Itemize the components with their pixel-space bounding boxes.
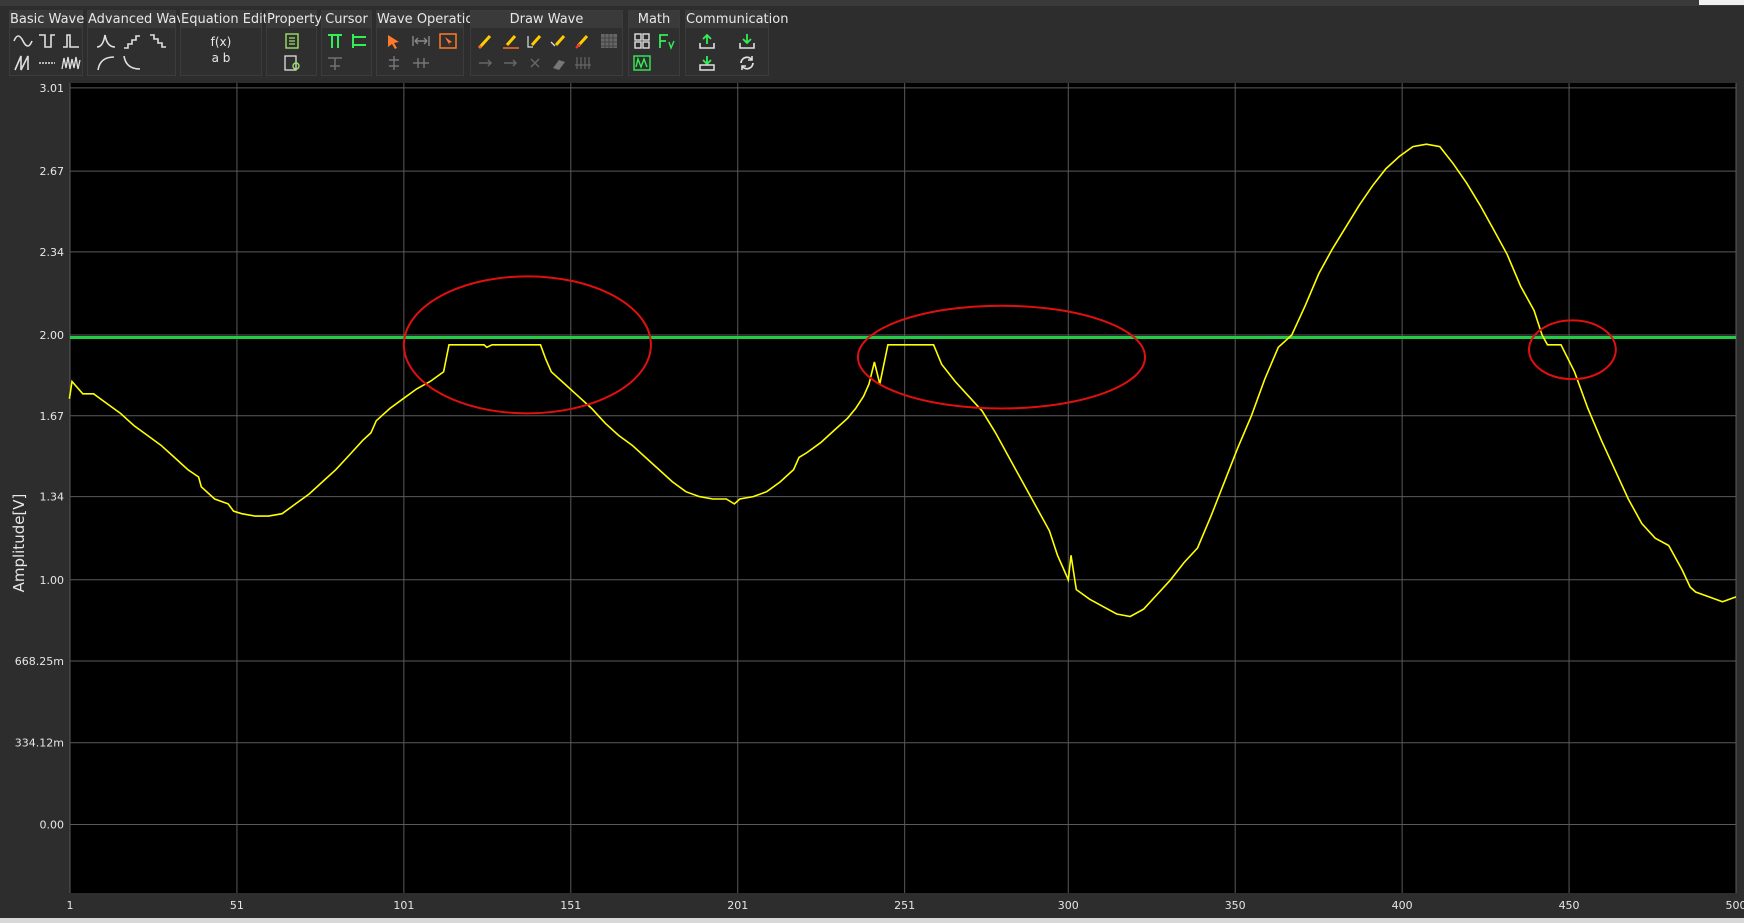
x-tick-label: 500 (1726, 899, 1744, 912)
vertical-cursor-icon[interactable] (324, 31, 346, 51)
group-cursor: Cursor (321, 10, 372, 76)
x-tick-label: 450 (1559, 899, 1580, 912)
horizontal-cursor-icon[interactable] (348, 31, 370, 51)
step-up-wave-icon[interactable] (121, 31, 143, 51)
group-advanced-wave: Advanced Wave (87, 10, 193, 76)
group-title-property: Property (267, 11, 323, 28)
group-title-communication: Communication (686, 11, 789, 28)
draw-disabled-1-icon[interactable] (475, 53, 497, 73)
x-tick-label: 101 (393, 899, 414, 912)
group-title-advanced-wave: Advanced Wave (88, 11, 193, 28)
group-basic-wave: Basic Wave (9, 10, 85, 76)
cursor-disabled-icon[interactable] (324, 53, 346, 73)
x-tick-label: 251 (894, 899, 915, 912)
draw-red-pencil-icon[interactable] (572, 31, 594, 51)
group-wave-operation: Wave Operation (376, 10, 482, 76)
exp-fall-wave-icon[interactable] (121, 53, 143, 73)
group-math: Math (628, 10, 680, 76)
group-draw-wave: Draw Wave (470, 10, 623, 76)
delete-x-icon[interactable] (524, 53, 546, 73)
equation-ab-label[interactable]: a b (181, 51, 261, 65)
group-equation-editor: Equation Editor f(x) a b (180, 10, 282, 76)
group-property: Property (266, 10, 323, 76)
y-tick-label: 2.00 (40, 329, 65, 342)
group-communication: Communication (685, 10, 789, 76)
sawtooth-wave-icon[interactable] (12, 53, 34, 73)
x-tick-label: 300 (1058, 899, 1079, 912)
group-title-wave-operation: Wave Operation (377, 11, 482, 28)
download-icon[interactable] (736, 31, 758, 51)
step-down-wave-icon[interactable] (147, 31, 169, 51)
region-select-icon[interactable] (437, 31, 459, 51)
y-tick-label: 668.25m (15, 655, 64, 668)
draw-pencil-icon[interactable] (475, 31, 497, 51)
stretch-icon[interactable] (410, 31, 432, 51)
plot-background (70, 83, 1736, 893)
draw-line-icon[interactable] (500, 31, 522, 51)
noise-wave-icon[interactable] (60, 53, 82, 73)
y-tick-label: 0.00 (40, 818, 65, 831)
x-tick-label: 1 (67, 899, 74, 912)
y-tick-label: 1.00 (40, 574, 65, 587)
group-title-draw-wave: Draw Wave (471, 11, 622, 28)
y-axis-label: Amplitude[V] (10, 493, 28, 593)
waveform-plot-area[interactable]: 3.01 2.67 2.34 2.00 1.67 1.34 1.00 668.25m 334.1… (0, 78, 1744, 923)
y-tick-label: 334.12m (15, 737, 64, 750)
pulse-wave-icon[interactable] (60, 31, 82, 51)
x-tick-label: 151 (560, 899, 581, 912)
gaussian-wave-icon[interactable] (95, 31, 117, 51)
square-wave-icon[interactable] (36, 31, 58, 51)
group-title-basic-wave: Basic Wave (10, 11, 85, 28)
y-tick-label: 2.34 (40, 246, 65, 259)
vertical-shift-icon[interactable] (383, 53, 405, 73)
equation-fx-button[interactable]: f(x) (181, 35, 261, 49)
math-grid-icon[interactable] (631, 31, 653, 51)
comb-icon[interactable] (572, 53, 594, 73)
select-arrow-icon[interactable] (383, 31, 405, 51)
x-tick-label: 400 (1392, 899, 1413, 912)
property-list-icon[interactable] (281, 31, 303, 51)
waveform-chart[interactable]: 3.01 2.67 2.34 2.00 1.67 1.34 1.00 668.25m 334.1… (0, 78, 1744, 918)
sync-icon[interactable] (736, 53, 758, 73)
group-title-math: Math (629, 11, 679, 28)
math-wave-icon[interactable] (631, 53, 653, 73)
upload-icon[interactable] (696, 31, 718, 51)
draw-disabled-2-icon[interactable] (500, 53, 522, 73)
eraser-icon[interactable] (548, 53, 570, 73)
group-title-equation-editor: Equation Editor (181, 11, 282, 28)
draw-step-icon[interactable] (524, 31, 546, 51)
dc-wave-icon[interactable] (36, 53, 58, 73)
draw-check-icon[interactable] (548, 31, 570, 51)
group-title-cursor: Cursor (322, 11, 371, 28)
x-tick-label: 51 (230, 899, 244, 912)
status-strip (0, 918, 1744, 923)
y-tick-label: 3.01 (40, 82, 65, 95)
import-icon[interactable] (696, 53, 718, 73)
property-search-icon[interactable] (281, 53, 303, 73)
sine-wave-icon[interactable] (12, 31, 34, 51)
exp-rise-wave-icon[interactable] (95, 53, 117, 73)
math-fn-icon[interactable] (656, 31, 678, 51)
x-tick-label: 350 (1225, 899, 1246, 912)
x-tick-label: 201 (727, 899, 748, 912)
grid-icon[interactable] (598, 31, 620, 51)
y-tick-label: 1.34 (40, 491, 65, 504)
ribbon-toolbar: Basic Wave Advanced Wave Equation Editor (0, 6, 1744, 78)
window-control-strip (1699, 0, 1744, 5)
horizontal-shift-icon[interactable] (410, 53, 432, 73)
y-tick-label: 1.67 (40, 410, 65, 423)
y-tick-label: 2.67 (40, 165, 65, 178)
